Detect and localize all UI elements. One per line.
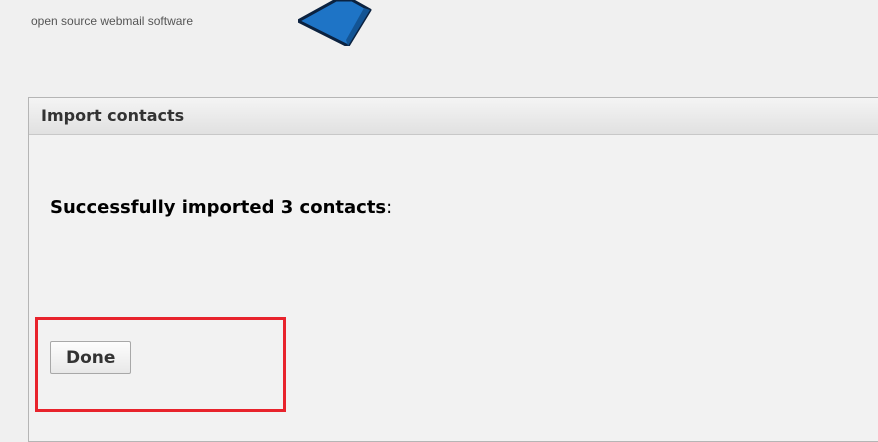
import-result-message: Successfully imported 3 contacts: [50, 197, 392, 218]
panel-title: Import contacts [29, 98, 878, 135]
tagline: open source webmail software [31, 14, 194, 28]
done-button[interactable]: Done [50, 341, 132, 374]
import-contacts-panel: Import contacts Successfully imported 3 … [28, 97, 878, 442]
import-success-text: Successfully imported 3 contacts [50, 197, 387, 218]
import-success-suffix: : [386, 197, 393, 218]
logo-icon [298, 0, 372, 46]
